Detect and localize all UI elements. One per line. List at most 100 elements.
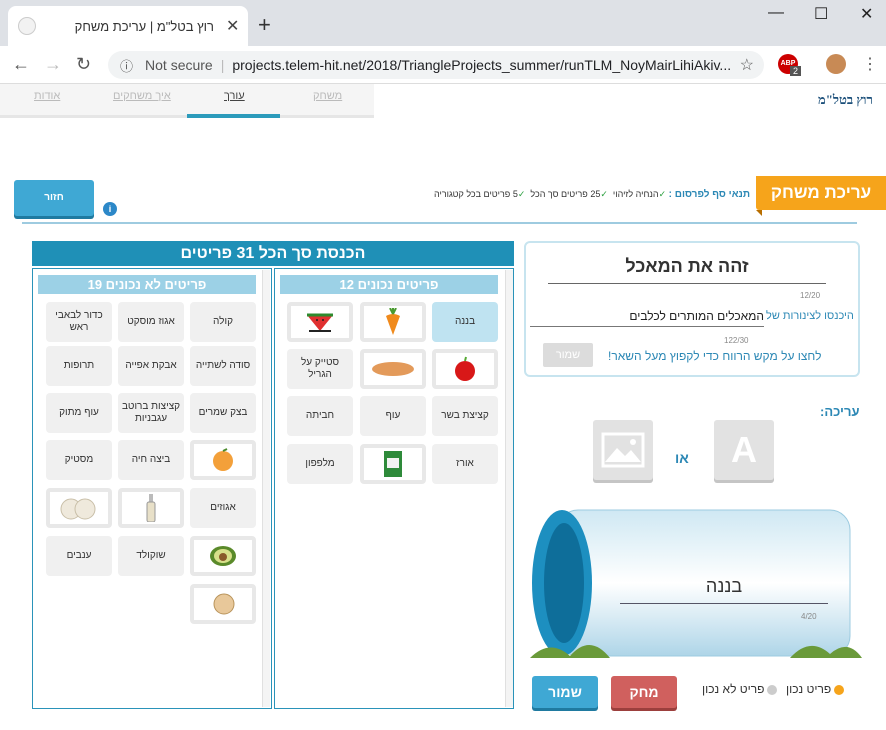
omnibox-divider: |: [220, 57, 225, 73]
list-item[interactable]: קציצות ברוטב עגבניות: [118, 393, 184, 433]
close-window-icon[interactable]: ✕: [860, 4, 873, 24]
legend-incorrect[interactable]: פריט לא נכון: [702, 682, 778, 696]
list-item[interactable]: תרופות: [46, 346, 112, 386]
list-item[interactable]: אגוזים: [190, 488, 256, 528]
maximize-icon[interactable]: ☐: [814, 4, 828, 24]
sweet-potato-image-item[interactable]: [360, 349, 426, 389]
list-item[interactable]: כדור לבאבי ראש: [46, 302, 112, 342]
hint-text: לחצו על מקש הרווח כדי לקפוץ מעל השאר!: [608, 349, 822, 363]
list-item[interactable]: שוקולד: [118, 536, 184, 576]
header-divider: [22, 222, 857, 224]
back-arrow-icon[interactable]: ←: [12, 54, 30, 75]
list-item[interactable]: אבקת אפייה: [118, 346, 184, 386]
url-text: projects.telem-hit.net/2018/TriangleProj…: [232, 57, 732, 73]
new-tab-icon[interactable]: +: [258, 12, 271, 38]
legend-correct[interactable]: פריט נכון: [786, 682, 845, 696]
check-icon: ✓: [517, 189, 526, 199]
incorrect-scrollbar[interactable]: [262, 270, 270, 707]
snack-bag-icon: [384, 451, 402, 477]
peach-image-item[interactable]: [190, 440, 256, 480]
bookmark-star-icon[interactable]: ☆: [740, 55, 754, 75]
pipe-text-input[interactable]: בננה: [620, 576, 828, 604]
carrot-image-item[interactable]: [360, 302, 426, 342]
list-item[interactable]: מלפפון: [287, 444, 353, 484]
peach-icon: [213, 448, 233, 471]
tab-title: רוץ בטל"מ | עריכת משחק: [74, 18, 214, 34]
reload-icon[interactable]: ↻: [76, 54, 91, 75]
edit-label: עריכה:: [820, 404, 860, 419]
correct-scrollbar[interactable]: [505, 270, 513, 707]
garlic-image-item[interactable]: [46, 488, 112, 528]
list-item[interactable]: מסטיק: [46, 440, 112, 480]
correct-items-title: 12 פריטים נכונים: [280, 275, 498, 294]
info-circle-icon[interactable]: ⓘ: [120, 56, 133, 75]
site-logo[interactable]: רוץ בטל"מ: [818, 92, 873, 108]
list-item[interactable]: סודה לשתייה: [190, 346, 256, 386]
list-item[interactable]: בננה: [432, 302, 498, 342]
save-button[interactable]: שמור: [532, 676, 598, 708]
question-title-input[interactable]: זהה את המאכל: [548, 256, 826, 284]
nav-link-game[interactable]: משחק: [313, 90, 342, 102]
avocado-image-item[interactable]: [190, 536, 256, 576]
forward-arrow-icon[interactable]: →: [44, 54, 62, 75]
close-tab-icon[interactable]: ✕: [226, 16, 239, 36]
active-tab-indicator: [187, 114, 280, 118]
list-item[interactable]: עוף: [360, 396, 426, 436]
snack-bag-image-item[interactable]: [360, 444, 426, 484]
sub-label: היכנסו לצינורות של: [766, 310, 854, 322]
incorrect-items-title: 19 פריטים לא נכונים: [38, 275, 256, 294]
watermelon-image-item[interactable]: [287, 302, 353, 342]
browser-menu-icon[interactable]: ⋮: [862, 54, 878, 74]
sub-char-count: 122/30: [724, 336, 749, 345]
conditions-label: תנאי סף לפרסום :: [668, 189, 750, 200]
apple-icon: [455, 356, 475, 381]
onion-image-item[interactable]: [190, 584, 256, 624]
list-item[interactable]: קציצת בשר: [432, 396, 498, 436]
omnibox[interactable]: ⓘ Not secure | projects.telem-hit.net/20…: [108, 51, 764, 79]
image-icon: [601, 432, 645, 468]
browser-tab[interactable]: רוץ בטל"מ | עריכת משחק ✕: [8, 6, 248, 46]
list-item[interactable]: ביצה חיה: [118, 440, 184, 480]
list-item[interactable]: אגוז מוסקט: [118, 302, 184, 342]
list-item[interactable]: אורז: [432, 444, 498, 484]
list-item[interactable]: חביתה: [287, 396, 353, 436]
bottle-image-item[interactable]: [118, 488, 184, 528]
nav-links: משחק עורך איך משחקים אודות: [0, 84, 374, 118]
text-option-button[interactable]: A: [714, 420, 774, 480]
legend-incorrect-label: פריט לא נכון: [702, 682, 765, 696]
extension-badge: 2: [790, 66, 802, 76]
favicon-icon: [18, 17, 36, 35]
nav-link-about[interactable]: אודות: [34, 90, 60, 102]
sub-input[interactable]: המאכלים המותרים לכלבים: [530, 309, 764, 327]
page-title: עריכת משחק: [756, 176, 886, 216]
list-item[interactable]: עוף מתוק: [46, 393, 112, 433]
condition-item: הנחיה לזיהוי: [612, 189, 659, 199]
list-item[interactable]: קולה: [190, 302, 256, 342]
save-question-button[interactable]: שמור: [543, 343, 593, 367]
list-item[interactable]: סטייק על הגריל: [287, 349, 353, 389]
carrot-icon: [386, 308, 400, 335]
incorrect-dot-icon: [767, 684, 778, 695]
nav-link-how-to-play[interactable]: איך משחקים: [113, 90, 171, 102]
check-icon: ✓: [600, 189, 608, 199]
garlic-icon: [60, 498, 96, 520]
image-option-button[interactable]: [593, 420, 653, 480]
back-button[interactable]: חזור: [14, 180, 94, 216]
info-icon[interactable]: i: [103, 202, 117, 216]
delete-button[interactable]: מחק: [611, 676, 677, 708]
browser-tabbar: רוץ בטל"מ | עריכת משחק ✕ + — ☐ ✕: [0, 0, 886, 46]
onion-icon: [213, 593, 235, 615]
pipe-char-count: 4/20: [801, 612, 817, 621]
watermelon-icon: [307, 313, 333, 332]
or-label: או: [675, 450, 689, 466]
list-item[interactable]: בצק שמרים: [190, 393, 256, 433]
apple-image-item[interactable]: [432, 349, 498, 389]
profile-avatar[interactable]: [826, 54, 846, 74]
nav-link-editor[interactable]: עורך: [224, 90, 245, 102]
minimize-icon[interactable]: —: [768, 4, 784, 22]
site-nav: משחק עורך איך משחקים אודות: [0, 84, 886, 120]
list-item[interactable]: ענבים: [46, 536, 112, 576]
correct-dot-icon: [834, 684, 845, 695]
condition-item: 5 פריטים בכל קטגוריה: [434, 189, 518, 199]
total-items-title: הכנסת סך הכל 31 פריטים: [32, 241, 514, 266]
